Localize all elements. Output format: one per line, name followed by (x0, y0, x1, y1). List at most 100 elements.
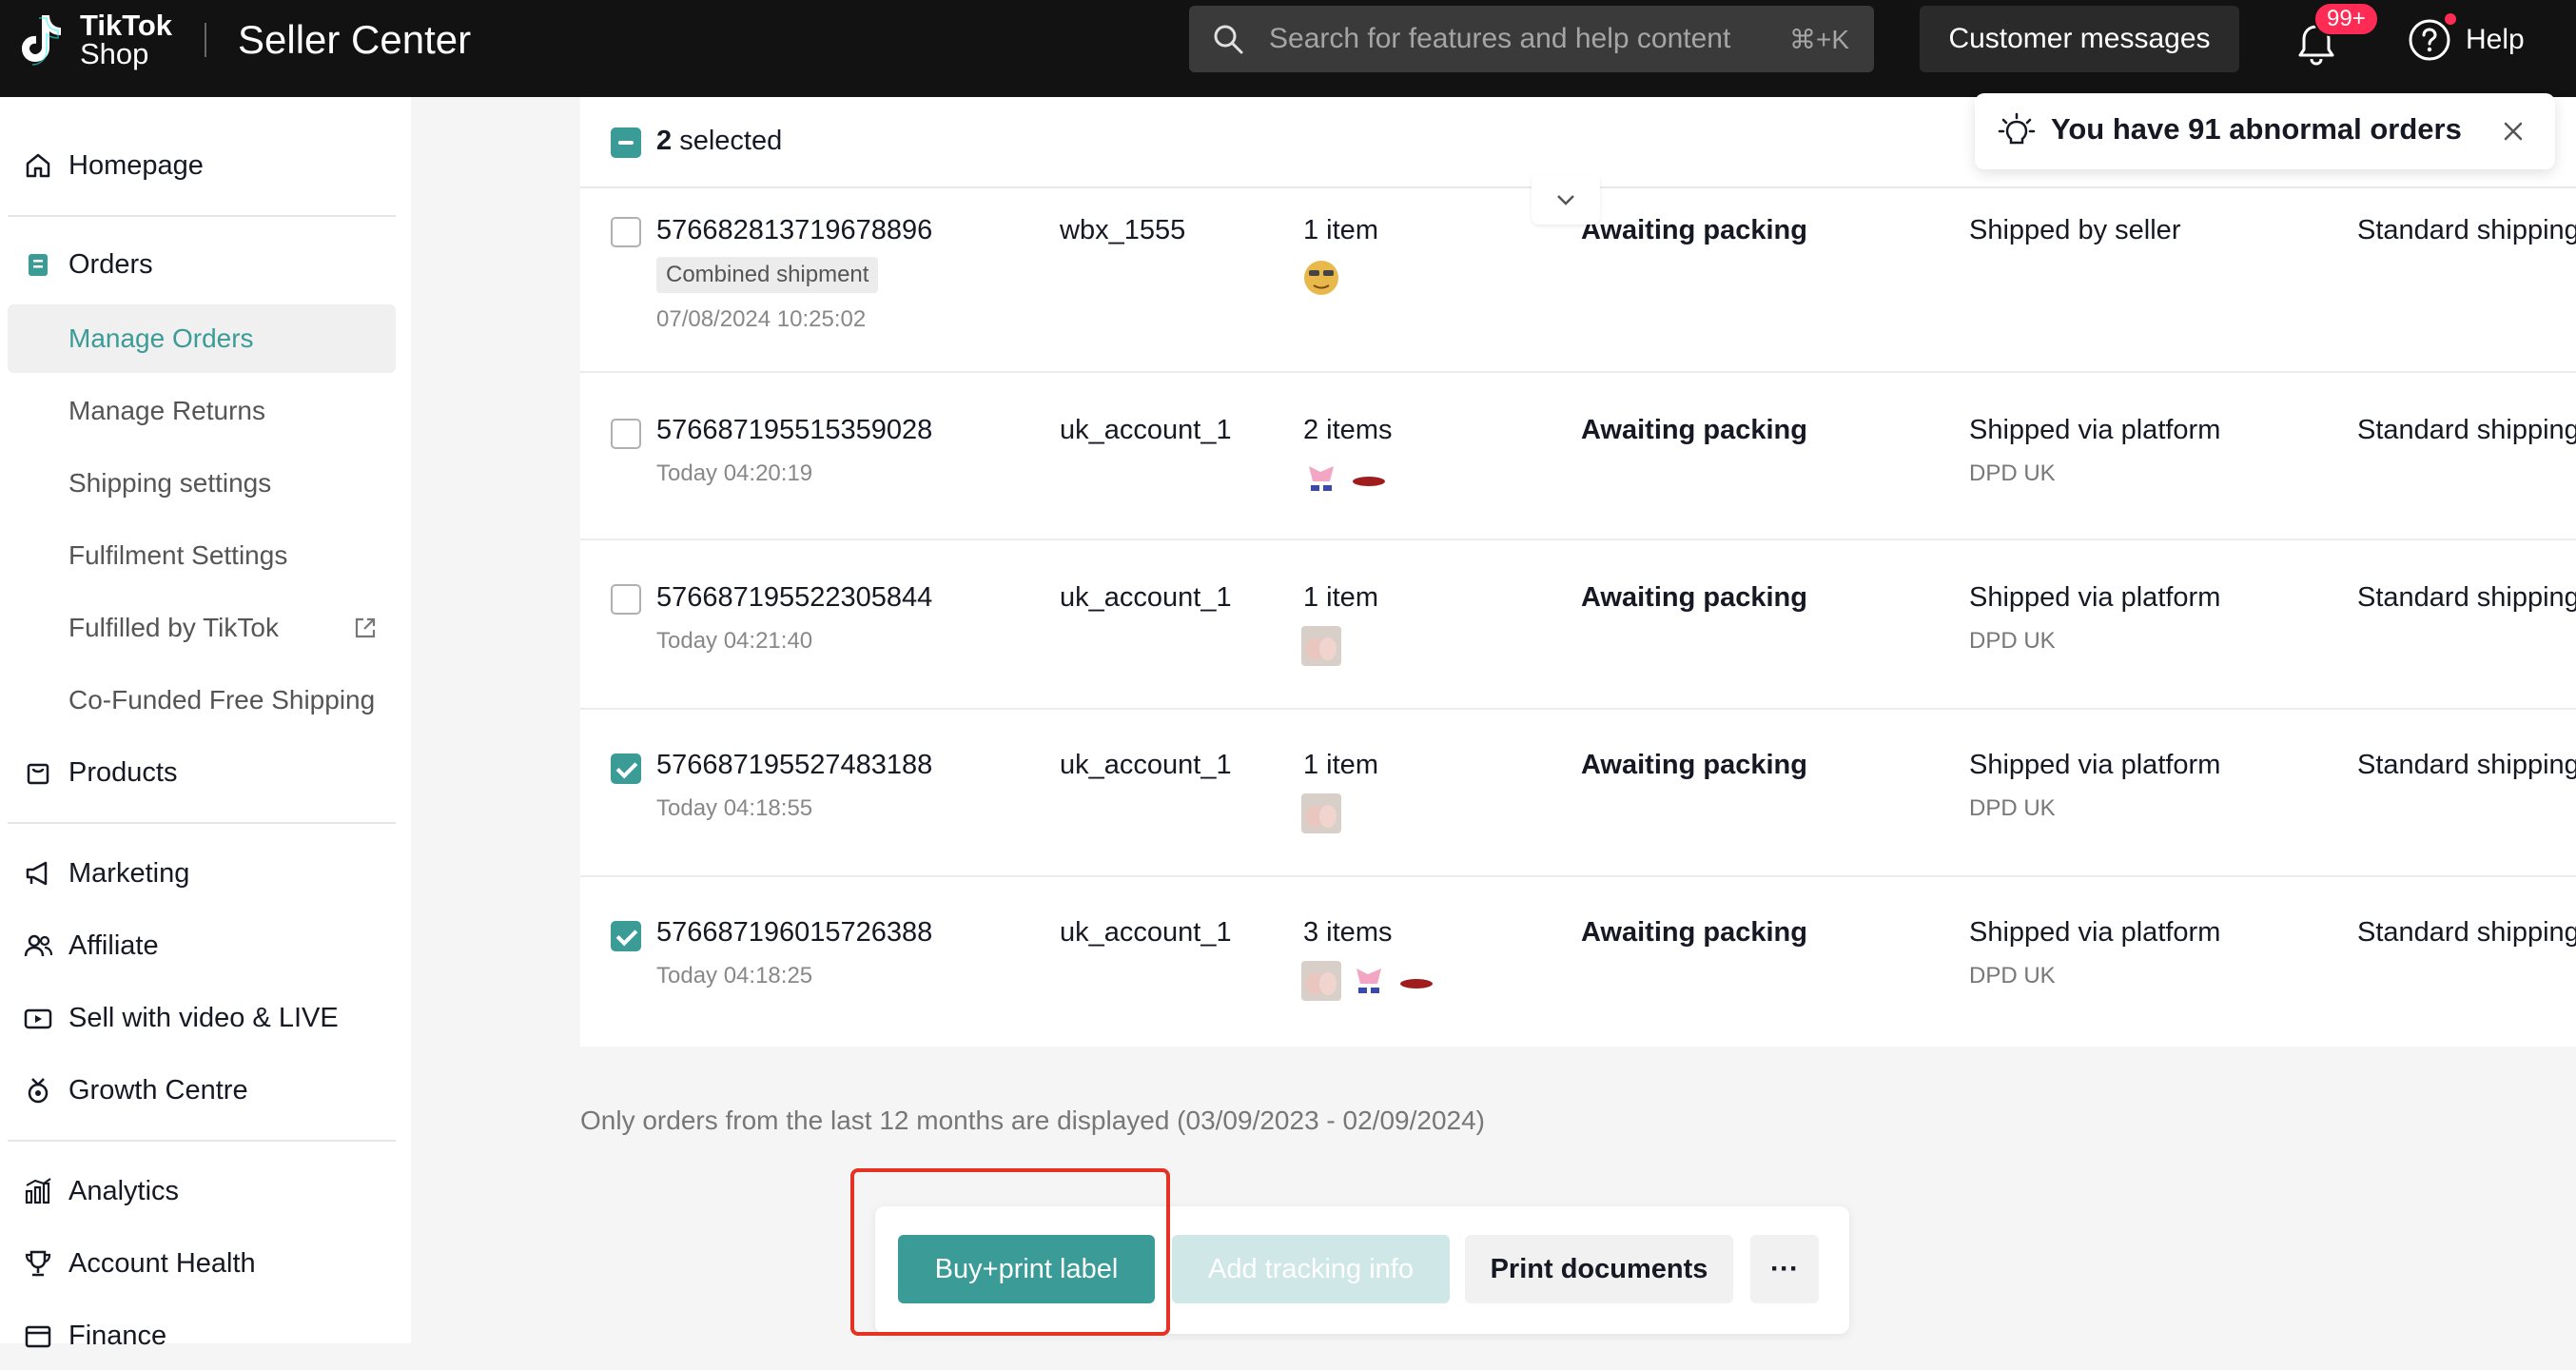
sidebar-item-manage-orders[interactable]: Manage Orders (8, 304, 396, 373)
sidebar-item-marketing[interactable]: Marketing (0, 839, 411, 908)
notice-text: You have 91 abnormal orders (2051, 112, 2462, 146)
sidebar-item-label: Products (68, 756, 178, 788)
print-documents-button[interactable]: Print documents (1465, 1235, 1733, 1303)
shipping-method: Standard shipping (2357, 582, 2576, 613)
medal-icon (28, 1078, 49, 1104)
product-thumbnail[interactable] (1349, 961, 1389, 1001)
order-id[interactable]: 576682813719678896 (656, 215, 932, 246)
sidebar-item-finance[interactable]: Finance (0, 1302, 411, 1370)
sidebar-item-label: Marketing (68, 857, 190, 889)
table-row[interactable]: 576687196015726388 Today 04:18:25 uk_acc… (580, 877, 2576, 1047)
shipping-type: Shipped via platform (1969, 582, 2221, 613)
sidebar-item-fulfilment-settings[interactable]: Fulfilment Settings (0, 521, 411, 590)
shipping-method: Standard shipping (2357, 415, 2576, 445)
row-checkbox[interactable] (611, 584, 641, 615)
table-row[interactable]: 576687195522305844 Today 04:21:40 uk_acc… (580, 540, 2576, 710)
order-time: 07/08/2024 10:25:02 (656, 306, 867, 332)
sidebar-item-shipping-settings[interactable]: Shipping settings (0, 449, 411, 518)
external-link-icon (355, 617, 376, 638)
search-input[interactable]: Search for features and help content ⌘+K (1189, 6, 1874, 72)
sidebar-item-orders[interactable]: Orders (0, 230, 411, 299)
sidebar-item-label: Finance (68, 1320, 167, 1351)
logo-line-2: Shop (80, 37, 149, 70)
sidebar-item-label: Account Health (68, 1247, 256, 1279)
row-checkbox[interactable] (611, 921, 641, 951)
sidebar-item-manage-returns[interactable]: Manage Returns (0, 377, 411, 445)
sidebar-item-homepage[interactable]: Homepage (0, 131, 411, 200)
sidebar-divider (8, 215, 396, 217)
row-checkbox[interactable] (611, 217, 641, 247)
product-thumbnail[interactable] (1301, 961, 1341, 1001)
product-thumbnail[interactable] (1301, 626, 1341, 666)
buyer-name: uk_account_1 (1060, 415, 1232, 445)
product-thumbnail[interactable] (1301, 459, 1341, 499)
sidebar-divider (8, 1140, 396, 1142)
logo-divider (205, 23, 206, 57)
collapse-toggle[interactable] (1532, 175, 1600, 225)
add-tracking-info-button[interactable]: Add tracking info (1172, 1235, 1450, 1303)
close-icon[interactable] (2496, 114, 2530, 148)
sidebar-item-fulfilled-by-tiktok[interactable]: Fulfilled by TikTok (0, 594, 411, 662)
order-time: Today 04:21:40 (656, 628, 813, 654)
order-status: Awaiting packing (1581, 750, 1807, 780)
carrier-name: DPD UK (1969, 460, 2056, 486)
sidebar-item-affiliate[interactable]: Affiliate (0, 911, 411, 980)
product-thumbnail[interactable] (1349, 459, 1389, 499)
order-id[interactable]: 576687195515359028 (656, 415, 932, 446)
more-actions-button[interactable]: ··· (1750, 1235, 1819, 1303)
sidebar-item-label: Growth Centre (68, 1074, 248, 1106)
item-count: 1 item (1303, 215, 1378, 245)
select-all-checkbox[interactable] (611, 127, 641, 158)
abnormal-orders-notice[interactable]: You have 91 abnormal orders (1975, 93, 2555, 169)
order-time: Today 04:20:19 (656, 460, 813, 486)
highlight-box (850, 1168, 1170, 1336)
product-thumbnails (1301, 626, 1341, 666)
table-row[interactable]: 576687195527483188 Today 04:18:55 uk_acc… (580, 710, 2576, 877)
sidebar-item-account-health[interactable]: Account Health (0, 1229, 411, 1298)
order-id[interactable]: 576687195527483188 (656, 750, 932, 781)
sidebar-item-growth-centre[interactable]: Growth Centre (0, 1056, 411, 1125)
product-thumbnail[interactable] (1301, 793, 1341, 833)
sidebar: Homepage Orders Manage Orders Manage Ret… (0, 97, 411, 1351)
customer-messages-button[interactable]: Customer messages (1920, 6, 2239, 72)
buyer-name: uk_account_1 (1060, 582, 1232, 613)
product-thumbnails (1301, 257, 1341, 297)
product-thumbnail[interactable] (1301, 257, 1341, 297)
help-icon (2409, 19, 2450, 61)
chevron-down-icon (1557, 195, 1574, 206)
item-count: 2 items (1303, 415, 1393, 445)
lightbulb-icon (1998, 112, 2036, 145)
help-notification-dot (2445, 13, 2456, 25)
sidebar-item-sell-video-live[interactable]: Sell with video & LIVE (0, 984, 411, 1052)
order-id[interactable]: 576687195522305844 (656, 582, 932, 614)
shipping-type: Shipped via platform (1969, 415, 2221, 445)
selected-count: 2 (656, 126, 673, 156)
sidebar-item-products[interactable]: Products (0, 738, 411, 807)
shipping-method: Standard shipping (2357, 215, 2576, 245)
carrier-name: DPD UK (1969, 963, 2056, 988)
top-bar: TikTok Shop Seller Center Search for fea… (0, 0, 2576, 97)
order-status: Awaiting packing (1581, 415, 1807, 445)
sidebar-item-cofunded-shipping[interactable]: Co-Funded Free Shipping (0, 666, 411, 734)
sidebar-item-analytics[interactable]: Analytics (0, 1157, 411, 1225)
sidebar-item-label: Fulfilled by TikTok (68, 613, 279, 642)
sidebar-item-label: Affiliate (68, 930, 159, 961)
table-row[interactable]: 576687195515359028 Today 04:20:19 uk_acc… (580, 373, 2576, 540)
sidebar-item-label: Manage Returns (68, 396, 266, 425)
item-count: 1 item (1303, 582, 1378, 613)
orders-icon (29, 254, 48, 276)
item-count: 1 item (1303, 750, 1378, 780)
tiktok-shop-logo[interactable]: TikTok Shop (21, 10, 172, 70)
carrier-name: DPD UK (1969, 795, 2056, 821)
row-checkbox[interactable] (611, 754, 641, 784)
row-checkbox[interactable] (611, 419, 641, 449)
product-thumbnails (1301, 961, 1436, 1001)
help-button[interactable]: Help (2407, 17, 2525, 63)
order-id[interactable]: 576687196015726388 (656, 917, 932, 949)
sidebar-item-label: Shipping settings (68, 468, 272, 498)
order-time: Today 04:18:25 (656, 963, 813, 988)
sidebar-item-label: Homepage (68, 149, 204, 181)
home-icon (26, 153, 50, 178)
shipping-type: Shipped by seller (1969, 215, 2181, 245)
product-thumbnail[interactable] (1396, 961, 1436, 1001)
